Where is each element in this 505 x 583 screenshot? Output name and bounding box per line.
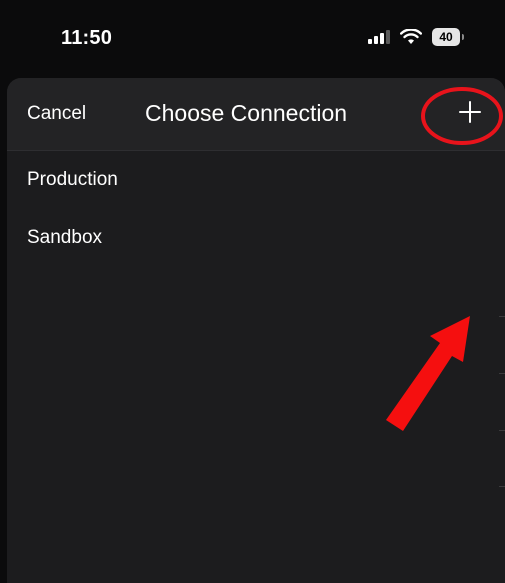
signal-icon	[368, 30, 390, 44]
wifi-icon	[400, 29, 422, 44]
nav-bar: Cancel Choose Connection	[7, 78, 505, 151]
cancel-button[interactable]: Cancel	[27, 103, 86, 125]
battery-icon: 40	[432, 28, 464, 46]
connection-item-production[interactable]: Production	[27, 169, 118, 191]
add-connection-button[interactable]	[455, 97, 485, 127]
choose-connection-sheet: Cancel Choose Connection Production Sand…	[7, 78, 505, 583]
status-icons: 40	[368, 26, 464, 48]
connection-item-sandbox[interactable]: Sandbox	[27, 227, 102, 249]
status-time: 11:50	[61, 27, 113, 49]
status-bar: 11:50 40	[0, 0, 505, 78]
page-title: Choose Connection	[145, 100, 348, 126]
plus-icon	[459, 101, 481, 123]
screen: 11:50 40 Cancel Choose Connection Produc…	[0, 0, 505, 583]
